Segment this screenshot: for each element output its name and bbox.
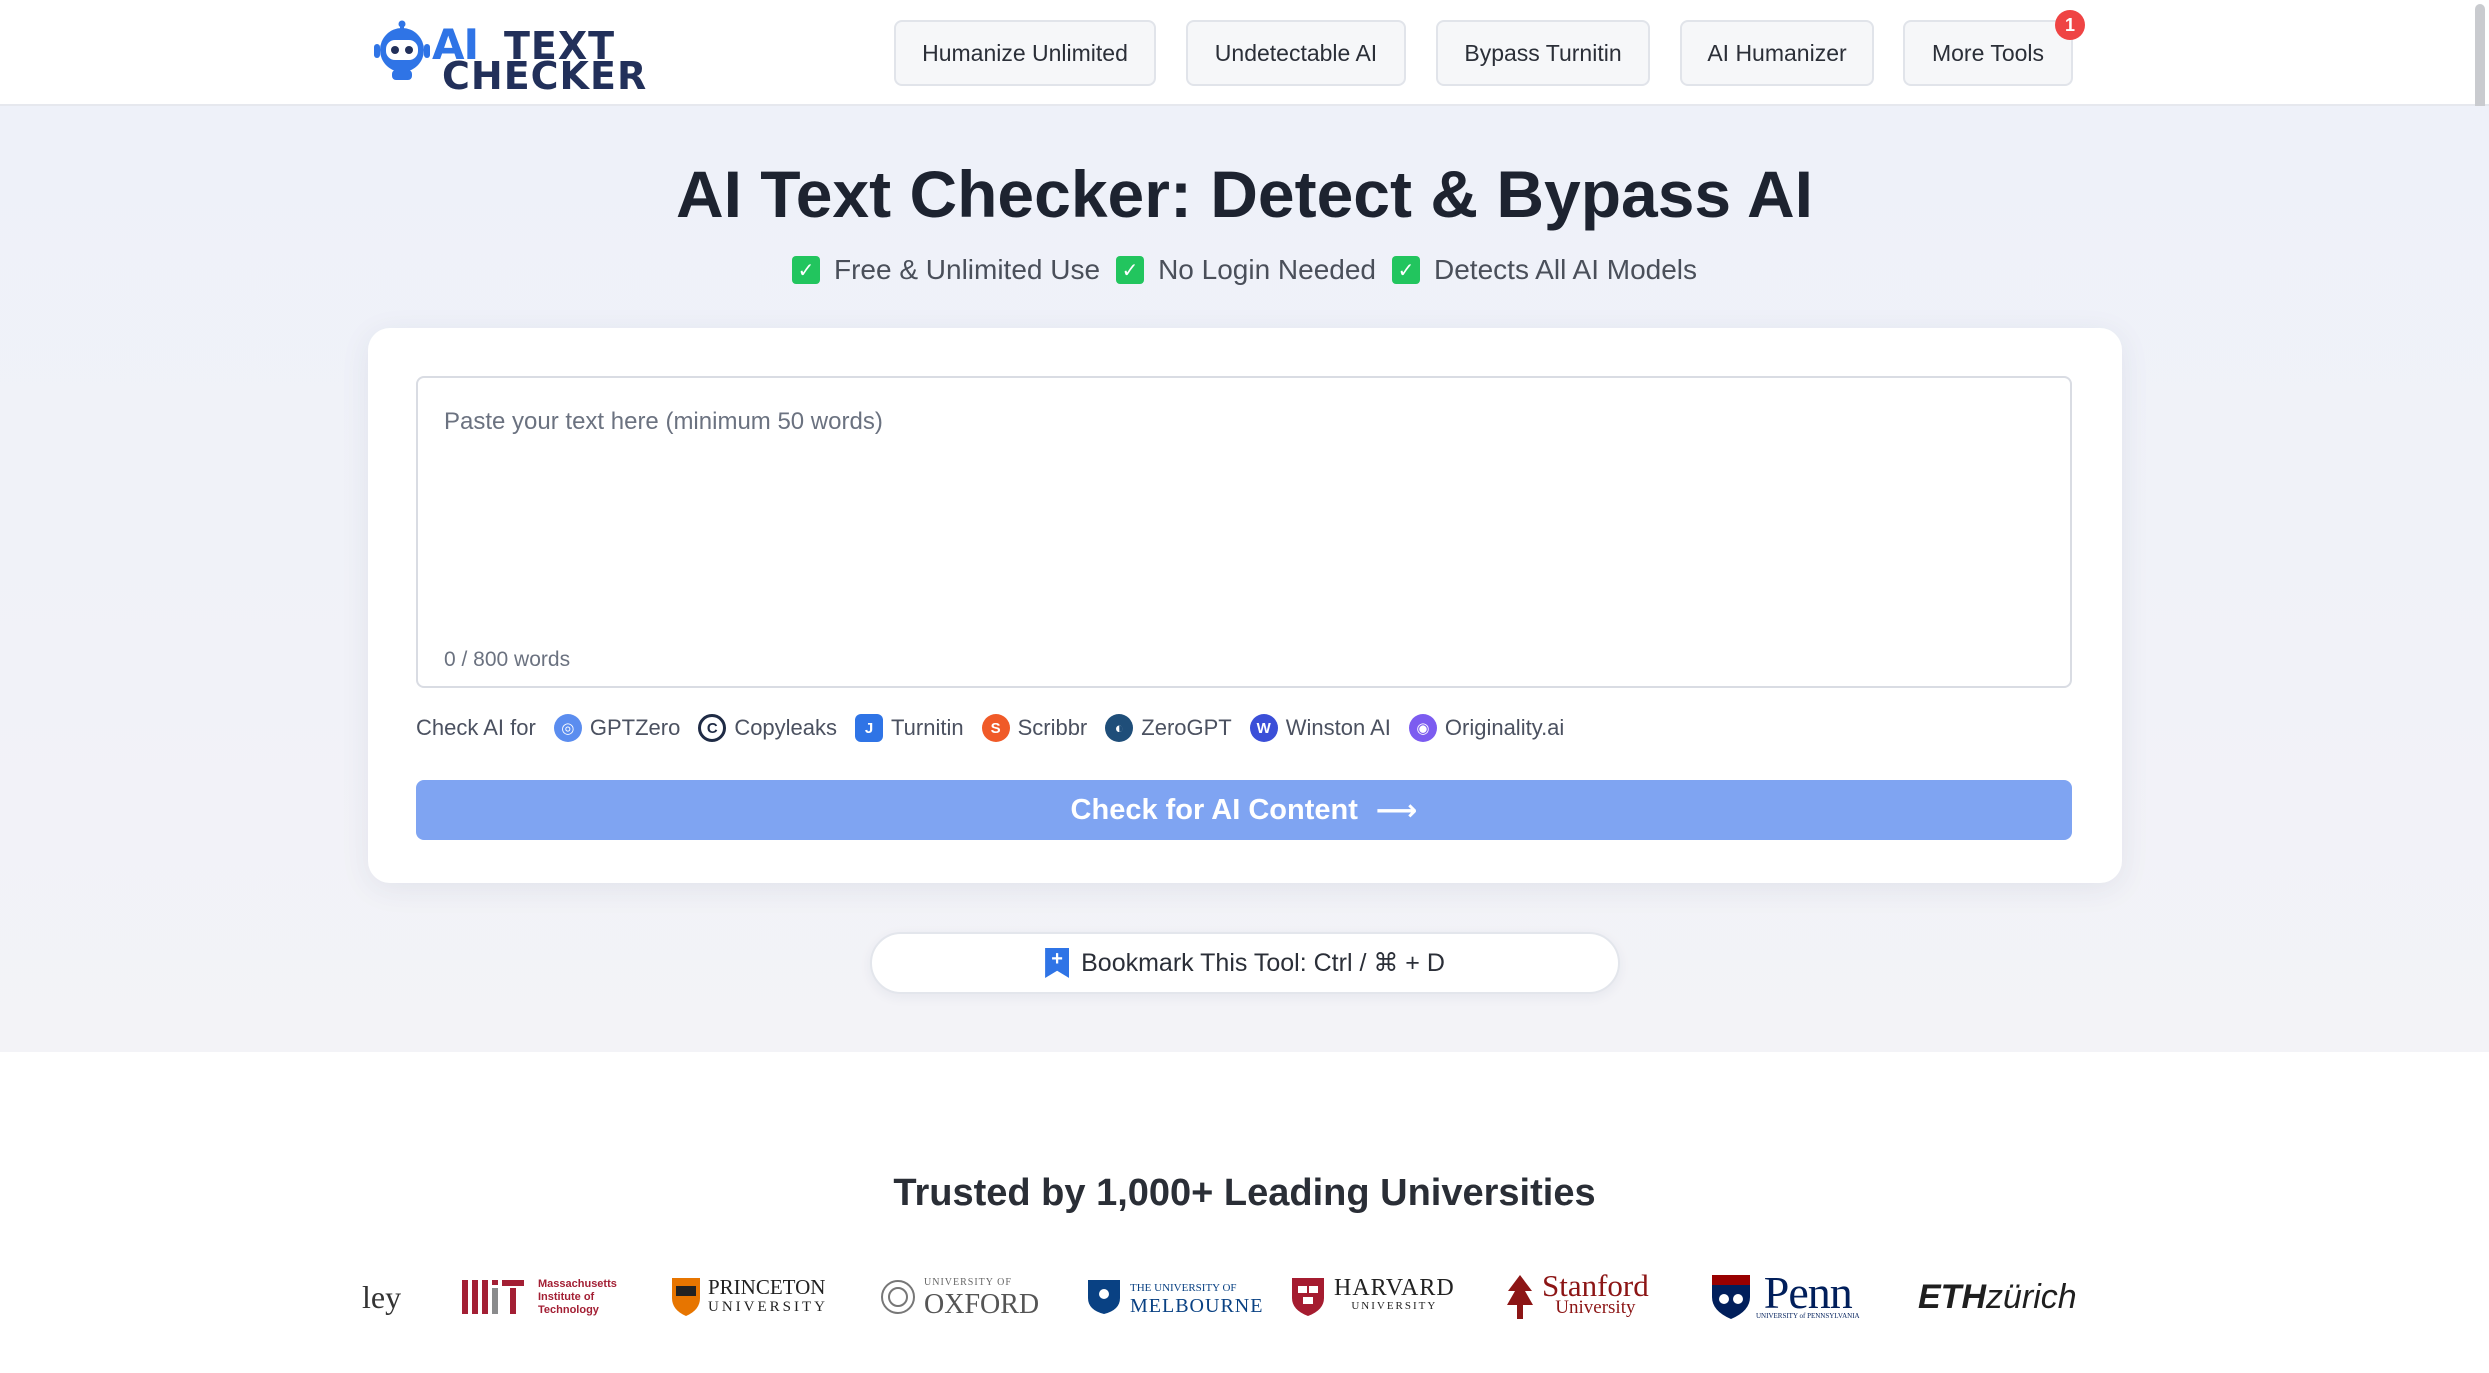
gptzero-icon: ◎ [553,714,582,742]
university-logo-oxford: UNIVERSITY OF OXFORD [880,1262,1039,1332]
zerogpt-icon: ◐ [1105,714,1134,742]
bookmark-icon: + [1045,948,1070,978]
melbourne-crest-icon [1088,1280,1120,1314]
feature-item: ✓ No Login Needed [1116,254,1376,286]
nav-ai-humanizer[interactable]: AI Humanizer [1680,20,1874,86]
detector-copyleaks[interactable]: C Copyleaks [698,714,837,742]
checker-card: Paste your text here (minimum 50 words) … [368,328,2122,883]
nav-label: Undetectable AI [1214,39,1378,66]
nav-more-tools[interactable]: More Tools 1 [1903,10,2085,86]
detector-label: Originality.ai [1444,715,1565,740]
detector-zerogpt[interactable]: ◐ ZeroGPT [1105,714,1232,742]
university-logo-stanford: Stanford University [1506,1262,1649,1332]
university-logo-berkeley: ley [362,1278,402,1315]
checkmark-icon: ✓ [1116,256,1145,284]
nav-undetectable-ai[interactable]: Undetectable AI [1186,20,1406,86]
bookmark-label: Bookmark This Tool: Ctrl / ⌘ + D [1081,949,1445,977]
check-button-label: Check for AI Content [1070,793,1358,826]
university-logo-eth: ETH zürich [1918,1277,2077,1316]
oxford-crest-icon [881,1280,915,1314]
detector-label: Turnitin [891,715,964,740]
stanford-tree-icon [1507,1275,1533,1319]
text-input-area[interactable]: Paste your text here (minimum 50 words) … [416,376,2072,688]
nav-label: More Tools [1931,39,2045,66]
detector-list-label: Check AI for [416,715,536,740]
nav-label: Bypass Turnitin [1464,39,1622,66]
nav-humanize-unlimited[interactable]: Humanize Unlimited [894,20,1156,86]
arrow-right-icon: ⟶ [1375,794,1418,827]
feature-item: ✓ Free & Unlimited Use [791,254,1101,286]
detector-list: Check AI for ◎ GPTZero C Copyleaks J Tur… [416,708,1564,748]
nav-label: AI Humanizer [1707,39,1847,66]
nav-label: Humanize Unlimited [922,39,1128,66]
university-logo-mit: Massachusetts Institute of Technology [462,1262,620,1332]
harvard-shield-icon [1292,1278,1324,1316]
logo-text-line-2: CHECKER [442,54,648,98]
turnitin-icon: J [855,714,884,742]
feature-label: No Login Needed [1158,254,1377,285]
detector-label: Copyleaks [734,715,838,740]
notification-badge: 1 [2055,10,2085,40]
university-logo-princeton: PRINCETON UNIVERSITY [672,1262,828,1332]
feature-label: Free & Unlimited Use [833,254,1101,285]
detector-label: GPTZero [589,715,681,740]
check-ai-content-button[interactable]: Check for AI Content ⟶ [416,780,2072,840]
university-logo-melbourne: THE UNIVERSITY OF MELBOURNE [1086,1262,1263,1332]
detector-turnitin[interactable]: J Turnitin [855,714,964,742]
bookmark-hint[interactable]: + Bookmark This Tool: Ctrl / ⌘ + D [870,932,1620,994]
nav-bypass-turnitin[interactable]: Bypass Turnitin [1436,20,1650,86]
university-logo-strip: ley Massachusetts Institute of Technolog… [0,1262,2489,1332]
robot-logo-icon [374,20,430,80]
top-navbar: AI TEXT CHECKER Humanize Unlimited Undet… [0,0,2489,106]
detector-scribbr[interactable]: S Scribbr [981,714,1088,742]
feature-list: ✓ Free & Unlimited Use ✓ No Login Needed… [0,254,2489,286]
university-logo-harvard: HARVARD UNIVERSITY [1292,1262,1455,1332]
feature-item: ✓ Detects All AI Models [1392,254,1697,286]
detector-label: Winston AI [1285,715,1391,740]
originality-icon: ◉ [1408,714,1437,742]
text-input-placeholder: Paste your text here (minimum 50 words) [444,408,883,435]
detector-winston-ai[interactable]: W Winston AI [1249,714,1391,742]
detector-gptzero[interactable]: ◎ GPTZero [553,714,681,742]
princeton-shield-icon [672,1278,700,1316]
detector-label: ZeroGPT [1141,715,1232,740]
word-counter: 0 / 800 words [444,648,571,671]
copyleaks-icon: C [698,714,727,742]
university-logo-penn: Penn UNIVERSITY of PENNSYLVANIA [1712,1262,1860,1332]
winston-icon: W [1249,714,1278,742]
page-title: AI Text Checker: Detect & Bypass AI [675,157,1814,231]
checkmark-icon: ✓ [791,256,820,284]
detector-label: Scribbr [1017,715,1088,740]
mit-logo-icon [462,1280,524,1314]
site-logo[interactable]: AI TEXT CHECKER [370,18,646,98]
hero-section: AI Text Checker: Detect & Bypass AI ✓ Fr… [0,106,2489,1052]
penn-shield-icon [1712,1275,1750,1319]
checkmark-icon: ✓ [1392,256,1421,284]
trusted-heading: Trusted by 1,000+ Leading Universities [893,1172,1596,1214]
detector-originality-ai[interactable]: ◉ Originality.ai [1408,714,1565,742]
scribbr-icon: S [981,714,1010,742]
feature-label: Detects All AI Models [1434,254,1698,285]
